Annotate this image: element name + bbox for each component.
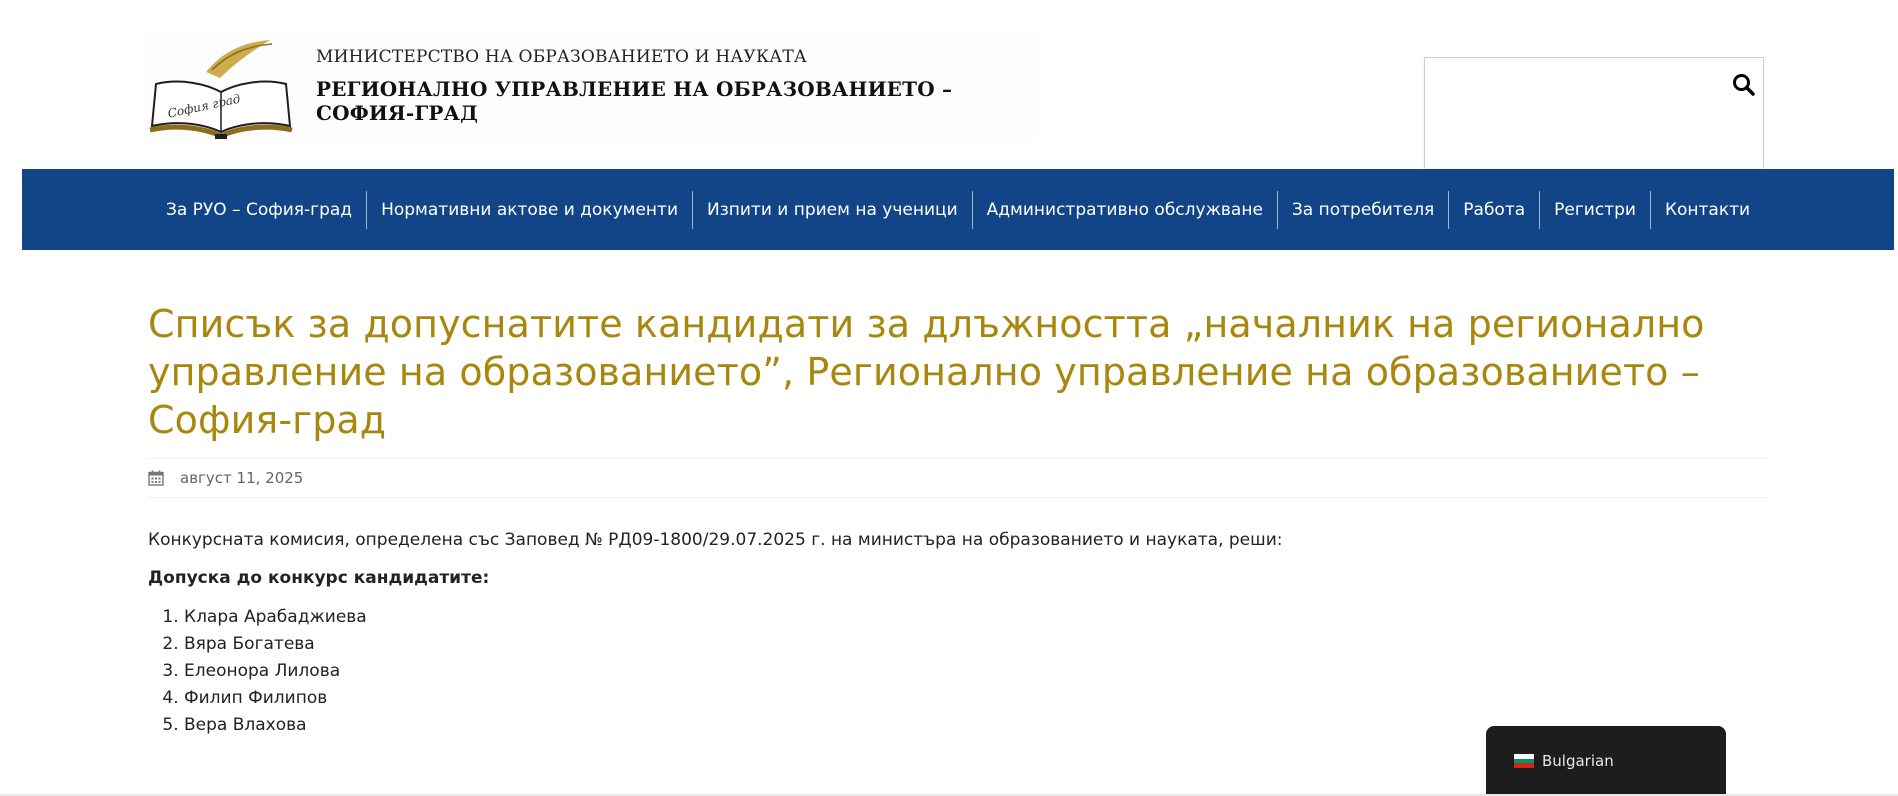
language-label: Bulgarian (1542, 752, 1614, 770)
nav-item-exams-admission[interactable]: Изпити и прием на ученици (692, 190, 972, 229)
post-date: август 11, 2025 (180, 469, 304, 487)
bulgarian-flag-icon (1514, 754, 1534, 769)
search-box (1424, 57, 1764, 168)
article-intro: Конкурсната комисия, определена със Запо… (148, 530, 1283, 550)
candidate-list: Клара Арабаджиева Вяра Богатева Елеонора… (148, 604, 1768, 739)
list-item: Клара Арабаджиева (184, 604, 1768, 631)
post-meta: август 11, 2025 (148, 458, 1768, 498)
page-title: Списък за допуснатите кандидати за длъжн… (148, 302, 1705, 442)
ministry-name: МИНИСТЕРСТВО НА ОБРАЗОВАНИЕТО И НАУКАТА (316, 47, 807, 67)
search-icon (1733, 74, 1755, 96)
nav-item-normative-acts[interactable]: Нормативни актове и документи (366, 190, 692, 229)
calendar-icon (148, 470, 164, 486)
search-input[interactable] (1425, 58, 1725, 108)
list-item: Вяра Богатева (184, 631, 1768, 658)
nav-item-contacts[interactable]: Контакти (1649, 190, 1764, 229)
nav-item-about[interactable]: За РУО – София-град (152, 191, 366, 229)
main-navigation: За РУО – София-град Нормативни актове и … (22, 169, 1894, 250)
nav-item-jobs[interactable]: Работа (1448, 190, 1539, 229)
site-header: София град МИНИСТЕРСТВО НА ОБРАЗОВАНИЕТО… (0, 0, 1898, 168)
site-logo[interactable]: София град МИНИСТЕРСТВО НА ОБРАЗОВАНИЕТО… (146, 32, 1036, 140)
nav-item-administrative-services[interactable]: Административно обслужване (971, 190, 1277, 229)
article: Списък за допуснатите кандидати за длъжн… (148, 300, 1768, 739)
nav-item-registers[interactable]: Регистри (1539, 190, 1650, 229)
open-book-icon: София град (146, 32, 296, 140)
list-item: Филип Филипов (184, 685, 1768, 712)
logo-text: МИНИСТЕРСТВО НА ОБРАЗОВАНИЕТО И НАУКАТА … (316, 47, 1036, 125)
organization-name: РЕГИОНАЛНО УПРАВЛЕНИЕ НА ОБРАЗОВАНИЕТО –… (316, 77, 953, 125)
language-switcher[interactable]: Bulgarian (1486, 726, 1726, 796)
search-button[interactable] (1731, 72, 1757, 98)
nav-item-for-users[interactable]: За потребителя (1276, 190, 1448, 229)
admit-heading: Допуска до конкурс кандидатите: (148, 568, 490, 588)
list-item: Елеонора Лилова (184, 658, 1768, 685)
